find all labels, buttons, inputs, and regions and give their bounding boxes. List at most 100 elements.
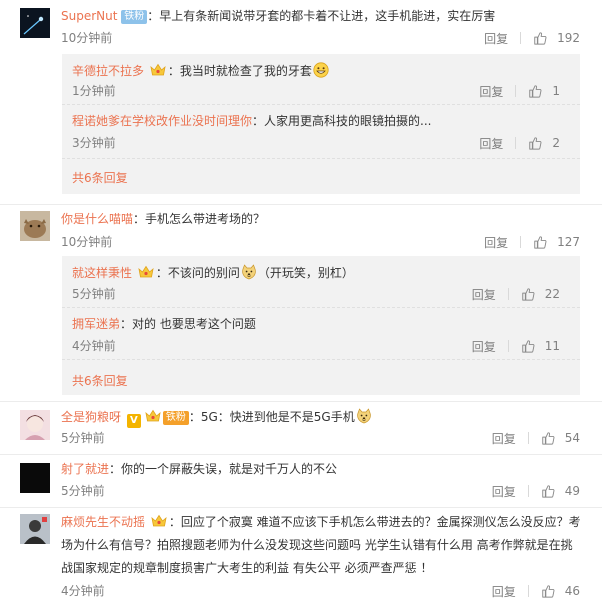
avatar[interactable] [20, 8, 50, 38]
comment-actions: 回复 54 [492, 430, 580, 446]
grin-emoji-icon [313, 62, 329, 78]
crown-icon [145, 409, 161, 423]
divider [527, 585, 529, 597]
thumbs-up-icon [521, 339, 535, 353]
thumbs-up-icon [521, 287, 535, 301]
username-link[interactable]: 拥军迷弟 [72, 317, 120, 331]
thumbs-up-icon [533, 235, 547, 249]
comment-actions: 回复 127 [484, 234, 580, 250]
reply-text-suffix: （开玩笑，别杠） [257, 266, 354, 280]
reply-item: 就这样秉性 ：不该问的别问 （开玩笑，别杠） 5分钟前 回复 22 [62, 256, 580, 308]
fan-badge: 铁粉 [162, 411, 189, 425]
avatar[interactable] [20, 410, 50, 440]
timestamp: 5分钟前 [61, 484, 105, 498]
timestamp: 3分钟前 [72, 136, 116, 150]
comment-item: 麻烦先生不动摇 ：回应了个寂寞 难道不应该下手机怎么带进去的？金属探测仪怎么没反… [0, 508, 602, 601]
more-replies-link[interactable]: 共6条回复 [72, 169, 128, 186]
like-button[interactable]: 54 [541, 431, 580, 445]
username-link[interactable]: 你是什么喵喵 [61, 212, 133, 226]
avatar[interactable] [20, 514, 50, 544]
timestamp: 10分钟前 [61, 31, 113, 45]
like-button[interactable]: 1 [528, 84, 560, 98]
comment-body: 射了就进：你的一个屏蔽失误，就是对千万人的不公 [61, 461, 337, 477]
thumbs-up-icon [541, 584, 555, 598]
like-count: 127 [557, 235, 580, 249]
reply-text: ：人家用更高科技的眼镜拍摄的... [252, 114, 432, 128]
reply-text: ：我当时就检查了我的牙套 [167, 64, 312, 78]
reply-actions: 回复 2 [479, 135, 560, 151]
comment-text-line: 场为什么有信号？拍照搜题老师为什么没发现这些问题吗 光学生认错有什么用 高考作弊… [61, 538, 573, 552]
username-link[interactable]: 射了就进 [61, 462, 109, 476]
crown-icon [151, 514, 167, 528]
like-count: 11 [544, 339, 560, 353]
reply-item: 辛德拉不拉多 ：我当时就检查了我的牙套 1分钟前 回复 1 [62, 54, 580, 105]
comment-body: 麻烦先生不动摇 ：回应了个寂寞 难道不应该下手机怎么带进去的？金属探测仪怎么没反… [61, 514, 581, 530]
comment-item: SuperNut 铁粉 ：早上有条新闻说带牙套的都卡着不让进，这手机能进，实在厉害… [0, 0, 602, 205]
like-button[interactable]: 127 [533, 235, 580, 249]
timestamp: 4分钟前 [61, 584, 105, 598]
reply-thread: 就这样秉性 ：不该问的别问 （开玩笑，别杠） 5分钟前 回复 22 拥军迷弟：对的… [62, 256, 580, 395]
like-button[interactable]: 192 [533, 31, 580, 45]
reply-actions: 回复 11 [472, 338, 560, 354]
vip-icon: V [126, 414, 141, 428]
username-link[interactable]: 辛德拉不拉多 [72, 64, 144, 78]
comment-text-line: ：回应了个寂寞 难道不应该下手机怎么带进去的？金属探测仪怎么没反应？考 [168, 515, 581, 529]
like-button[interactable]: 11 [521, 339, 560, 353]
timestamp: 5分钟前 [61, 431, 105, 445]
reply-item: 程诺她爹在学校改作业没时间理你：人家用更高科技的眼镜拍摄的... 3分钟前 回复… [62, 105, 580, 159]
comment-body: 你是什么喵喵：手机怎么带进考场的？ [61, 211, 265, 227]
like-count: 54 [564, 431, 580, 445]
divider [515, 85, 517, 97]
reply-button[interactable]: 回复 [492, 583, 516, 600]
divider [520, 236, 522, 248]
reply-button[interactable]: 回复 [479, 83, 503, 100]
like-count: 46 [564, 584, 580, 598]
timestamp: 4分钟前 [72, 339, 116, 353]
reply-actions: 回复 1 [479, 83, 560, 99]
like-count: 2 [552, 136, 560, 150]
username-link[interactable]: 麻烦先生不动摇 [61, 515, 145, 529]
username-link[interactable]: SuperNut [61, 9, 117, 23]
divider [520, 32, 522, 44]
reply-button[interactable]: 回复 [484, 30, 508, 47]
reply-button[interactable]: 回复 [479, 135, 503, 152]
reply-button[interactable]: 回复 [492, 483, 516, 500]
reply-button[interactable]: 回复 [472, 286, 496, 303]
comment-text-line: 战国家规定的规章制度损害广大考生的利益 有失公平 必须严查严惩 ！ [61, 561, 433, 575]
comment-text: ：手机怎么带进考场的？ [133, 212, 266, 226]
username-link[interactable]: 就这样秉性 [72, 266, 132, 280]
thumbs-up-icon [528, 136, 542, 150]
comment-body: SuperNut 铁粉 ：早上有条新闻说带牙套的都卡着不让进，这手机能进，实在厉害 [61, 8, 495, 24]
avatar[interactable] [20, 463, 50, 493]
like-button[interactable]: 2 [528, 136, 560, 150]
comment-item: 你是什么喵喵：手机怎么带进考场的？ 10分钟前 回复 127 就这样秉性 ：不该… [0, 205, 602, 402]
comment-item: 射了就进：你的一个屏蔽失误，就是对千万人的不公 5分钟前 回复 49 [0, 455, 602, 508]
crown-icon [138, 265, 154, 279]
more-replies-link[interactable]: 共6条回复 [72, 372, 128, 389]
divider [507, 288, 509, 300]
timestamp: 5分钟前 [72, 287, 116, 301]
thumbs-up-icon [541, 431, 555, 445]
like-count: 22 [544, 287, 560, 301]
thumbs-up-icon [533, 31, 547, 45]
like-count: 49 [564, 484, 580, 498]
divider [527, 432, 529, 444]
username-link[interactable]: 程诺她爹在学校改作业没时间理你 [72, 114, 252, 128]
username-link[interactable]: 全是狗粮呀 [61, 410, 121, 424]
doge-emoji-icon [241, 264, 257, 280]
comment-text: ：你的一个屏蔽失误，就是对千万人的不公 [109, 462, 338, 476]
comment-actions: 回复 49 [492, 483, 580, 499]
avatar[interactable] [20, 211, 50, 241]
timestamp: 10分钟前 [61, 235, 113, 249]
crown-icon [150, 63, 166, 77]
like-button[interactable]: 22 [521, 287, 560, 301]
like-button[interactable]: 49 [541, 484, 580, 498]
reply-button[interactable]: 回复 [472, 338, 496, 355]
like-button[interactable]: 46 [541, 584, 580, 598]
comment-body: 全是狗粮呀 V 铁粉 ：5G：快进到他是不是5G手机 [61, 408, 373, 428]
reply-text: ：不该问的别问 [155, 266, 240, 280]
divider [515, 137, 517, 149]
reply-button[interactable]: 回复 [492, 430, 516, 447]
comment-actions: 回复 46 [492, 583, 580, 599]
reply-button[interactable]: 回复 [484, 234, 508, 251]
